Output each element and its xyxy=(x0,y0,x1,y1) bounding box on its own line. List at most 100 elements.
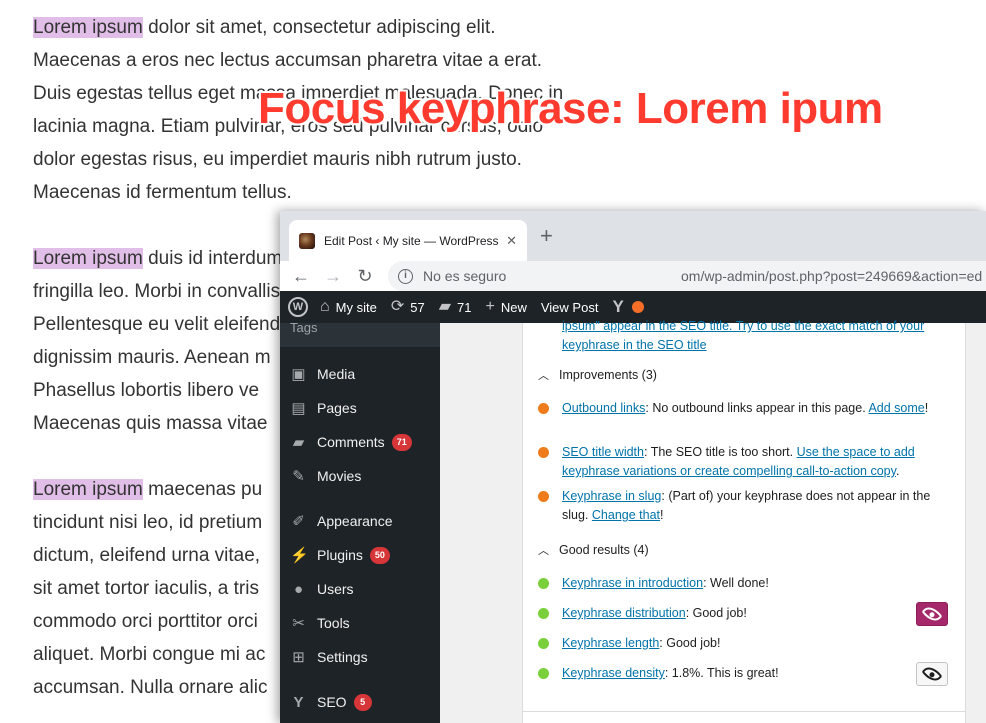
sidebar-item-plugins[interactable]: ⚡ Plugins 50 xyxy=(280,538,440,572)
seo-score-dot xyxy=(631,301,644,313)
comments-link[interactable]: ▰ 71 xyxy=(439,299,472,315)
result-description: : Well done! xyxy=(703,576,769,590)
sidebar-item-tags[interactable]: Tags xyxy=(280,323,440,347)
comments-badge: 71 xyxy=(391,433,412,451)
sidebar-item-comments[interactable]: ▰ Comments 71 xyxy=(280,425,440,459)
sidebar-item-seo[interactable]: Y SEO 5 xyxy=(280,685,440,719)
result-text: ipsum" appear in the SEO title. Try to u… xyxy=(562,317,948,355)
sidebar-item-label: Media xyxy=(317,366,356,382)
line-text: dolor sit amet, consectetur adipiscing e… xyxy=(142,17,496,38)
wordpress-logo-icon[interactable]: W xyxy=(288,297,308,317)
yoast-icon: Y xyxy=(293,693,304,711)
result-text: Outbound links: No outbound links appear… xyxy=(562,399,948,418)
truncated-link[interactable]: ipsum" appear in the SEO title. Try to u… xyxy=(562,319,924,333)
sidebar-item-label: Appearance xyxy=(317,513,393,529)
new-tab-button[interactable]: + xyxy=(540,225,553,247)
result-link[interactable]: Keyphrase in slug xyxy=(562,489,661,503)
back-arrow-icon[interactable]: ← xyxy=(290,266,312,287)
sidebar-item-appearance[interactable]: ✐ Appearance xyxy=(280,504,440,538)
new-content-link[interactable]: + New xyxy=(486,299,527,315)
article-line: dolor egestas risus, eu imperdiet mauris… xyxy=(33,149,522,170)
sidebar-item-label: Pages xyxy=(317,400,357,416)
result-description: : The SEO title is too short. xyxy=(643,445,797,459)
problem-dot-icon xyxy=(538,491,549,502)
fix-link[interactable]: Add some xyxy=(868,401,924,415)
fix-link[interactable]: Change that xyxy=(592,508,660,522)
article-line: Maecenas id fermentum tellus. xyxy=(33,182,292,203)
sidebar-item-media[interactable]: ▣ Media xyxy=(280,357,440,391)
line-text: maecenas pu xyxy=(142,479,263,500)
sidebar-item-label: Plugins xyxy=(317,547,363,563)
highlight-density-eye-button[interactable] xyxy=(916,662,948,686)
result-text: Keyphrase density: 1.8%. This is great! xyxy=(562,664,948,683)
url-text[interactable]: om/wp-admin/post.php?post=249669&action=… xyxy=(681,268,982,284)
close-tab-icon[interactable]: ✕ xyxy=(506,233,517,249)
keyphrase-in-title-link[interactable]: keyphrase in the SEO title xyxy=(562,338,707,352)
eye-icon xyxy=(921,663,943,685)
comment-bubble-icon: ▰ xyxy=(438,298,452,315)
sidebar-item-label: SEO xyxy=(317,694,347,710)
result-link[interactable]: Keyphrase density xyxy=(562,666,665,680)
tab-title: Edit Post ‹ My site — WordPress xyxy=(324,233,499,248)
result-item: Keyphrase length: Good job! xyxy=(538,634,948,653)
result-description: : Good job! xyxy=(659,636,721,650)
sidebar-item-settings[interactable]: ⊞ Settings xyxy=(280,640,440,674)
highlight-distribution-eye-button[interactable] xyxy=(916,602,948,626)
browser-toolbar: ← → ↻ i No es seguro om/wp-admin/post.ph… xyxy=(280,261,986,291)
problem-dot-icon xyxy=(538,403,549,414)
sidebar-item-label: Comments xyxy=(317,434,385,450)
sidebar-item-movies[interactable]: ✎ Movies xyxy=(280,459,440,493)
result-text: Keyphrase in slug: (Part of) your keyphr… xyxy=(562,487,948,525)
forward-arrow-icon[interactable]: → xyxy=(322,266,344,287)
sidebar-item-pages[interactable]: ▤ Pages xyxy=(280,391,440,425)
result-item: Outbound links: No outbound links appear… xyxy=(538,399,948,418)
result-link[interactable]: Keyphrase length xyxy=(562,636,659,650)
good-dot-icon xyxy=(538,638,549,649)
chevron-up-icon: ︿ xyxy=(538,545,549,557)
result-link[interactable]: Keyphrase in introduction xyxy=(562,576,703,590)
info-icon[interactable]: i xyxy=(398,268,413,284)
result-link[interactable]: Outbound links xyxy=(562,401,645,415)
good-dot-icon xyxy=(538,608,549,619)
improvements-heading: Improvements (3) xyxy=(559,368,657,382)
focus-keyphrase-caption: Focus keyphrase: Lorem ipum xyxy=(258,84,883,133)
eye-icon xyxy=(921,603,943,625)
reload-icon[interactable]: ↻ xyxy=(354,266,376,287)
problem-dot-icon xyxy=(538,447,549,458)
good-results-heading: Good results (4) xyxy=(559,543,649,557)
result-item: SEO title width: The SEO title is too sh… xyxy=(538,443,948,481)
browser-tab[interactable]: Edit Post ‹ My site — WordPress ✕ xyxy=(289,220,527,261)
updates-link[interactable]: ⟳ 57 xyxy=(391,299,425,315)
article-line: Maecenas a eros nec lectus accumsan phar… xyxy=(33,50,543,71)
updates-count: 57 xyxy=(410,299,425,315)
improvements-toggle[interactable]: ︿ Improvements (3) xyxy=(538,367,657,383)
result-item: Keyphrase in introduction: Well done! xyxy=(538,574,948,593)
yoast-menu[interactable]: Y xyxy=(612,297,644,317)
my-site-link[interactable]: ⌂ My site xyxy=(320,299,377,315)
view-post-link[interactable]: View Post xyxy=(541,300,599,315)
good-results-toggle[interactable]: ︿ Good results (4) xyxy=(538,542,649,558)
media-icon: ▣ xyxy=(291,365,306,383)
pages-icon: ▤ xyxy=(291,399,306,417)
result-text: Keyphrase in introduction: Well done! xyxy=(562,574,948,593)
result-item: Keyphrase distribution: Good job! xyxy=(538,604,948,623)
address-bar[interactable]: i No es seguro om/wp-admin/post.php?post… xyxy=(388,261,986,291)
yoast-icon: Y xyxy=(612,297,624,316)
users-icon: ● xyxy=(293,580,304,598)
pin-icon: ✎ xyxy=(292,467,305,485)
chevron-up-icon: ︿ xyxy=(538,370,549,382)
sidebar-item-users[interactable]: ● Users xyxy=(280,572,440,606)
result-description: : Good job! xyxy=(685,606,747,620)
plus-icon: + xyxy=(485,298,495,315)
result-link[interactable]: Keyphrase distribution xyxy=(562,606,686,620)
sidebar-item-tools[interactable]: ✂ Tools xyxy=(280,606,440,640)
security-status: No es seguro xyxy=(423,268,507,284)
result-link[interactable]: SEO title width xyxy=(562,445,644,459)
settings-icon: ⊞ xyxy=(292,648,305,666)
plugins-badge: 50 xyxy=(369,546,390,564)
panel-divider xyxy=(522,711,966,712)
wp-admin-sidebar: Tags ▣ Media ▤ Pages ▰ Comments 71 ✎ Movies ✐… xyxy=(280,323,440,723)
result-text: SEO title width: The SEO title is too sh… xyxy=(562,443,948,481)
result-description: : No outbound links appear in this page. xyxy=(645,401,869,415)
seo-analysis-results: ipsum" appear in the SEO title. Try to u… xyxy=(522,319,966,723)
